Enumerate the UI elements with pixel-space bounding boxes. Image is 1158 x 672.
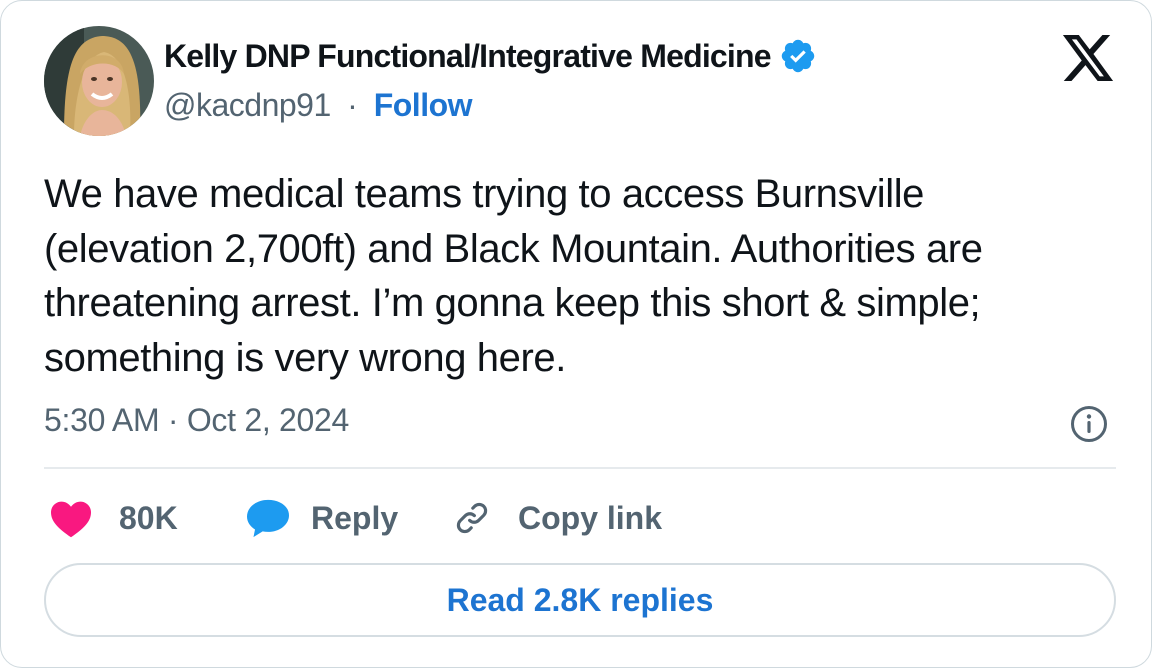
heart-icon xyxy=(51,501,91,538)
tweet-card: Kelly DNP Functional/Integrative Medicin… xyxy=(0,0,1152,668)
author-handle[interactable]: @kacdnp91 xyxy=(164,87,331,123)
tweet-timestamp[interactable]: 5:30 AM · Oct 2, 2024 xyxy=(44,402,349,439)
speech-bubble-icon xyxy=(247,499,289,538)
x-logo-icon[interactable] xyxy=(1061,35,1115,81)
divider xyxy=(44,467,1116,469)
link-icon xyxy=(456,502,488,534)
author-display-name[interactable]: Kelly DNP Functional/Integrative Medicin… xyxy=(164,38,772,75)
author-name-row: Kelly DNP Functional/Integrative Medicin… xyxy=(164,37,817,75)
verified-badge-icon xyxy=(781,39,814,73)
likes-count: 80K xyxy=(119,499,178,536)
reply-button[interactable]: Reply xyxy=(245,495,398,541)
copy-link-label: Copy link xyxy=(518,499,663,536)
info-icon[interactable] xyxy=(1069,404,1109,444)
tweet-text: We have medical teams trying to access B… xyxy=(44,172,983,380)
like-button[interactable]: 80K xyxy=(49,495,178,541)
handle-separator: · xyxy=(347,87,358,123)
author-handle-row: @kacdnp91 · Follow xyxy=(164,87,473,124)
read-replies-button[interactable]: Read 2.8K replies xyxy=(44,563,1116,637)
follow-button[interactable]: Follow xyxy=(374,87,473,123)
reply-label: Reply xyxy=(311,499,399,536)
copy-link-button[interactable]: Copy link xyxy=(453,495,662,541)
avatar[interactable] xyxy=(44,26,154,136)
avatar-image xyxy=(44,26,154,136)
